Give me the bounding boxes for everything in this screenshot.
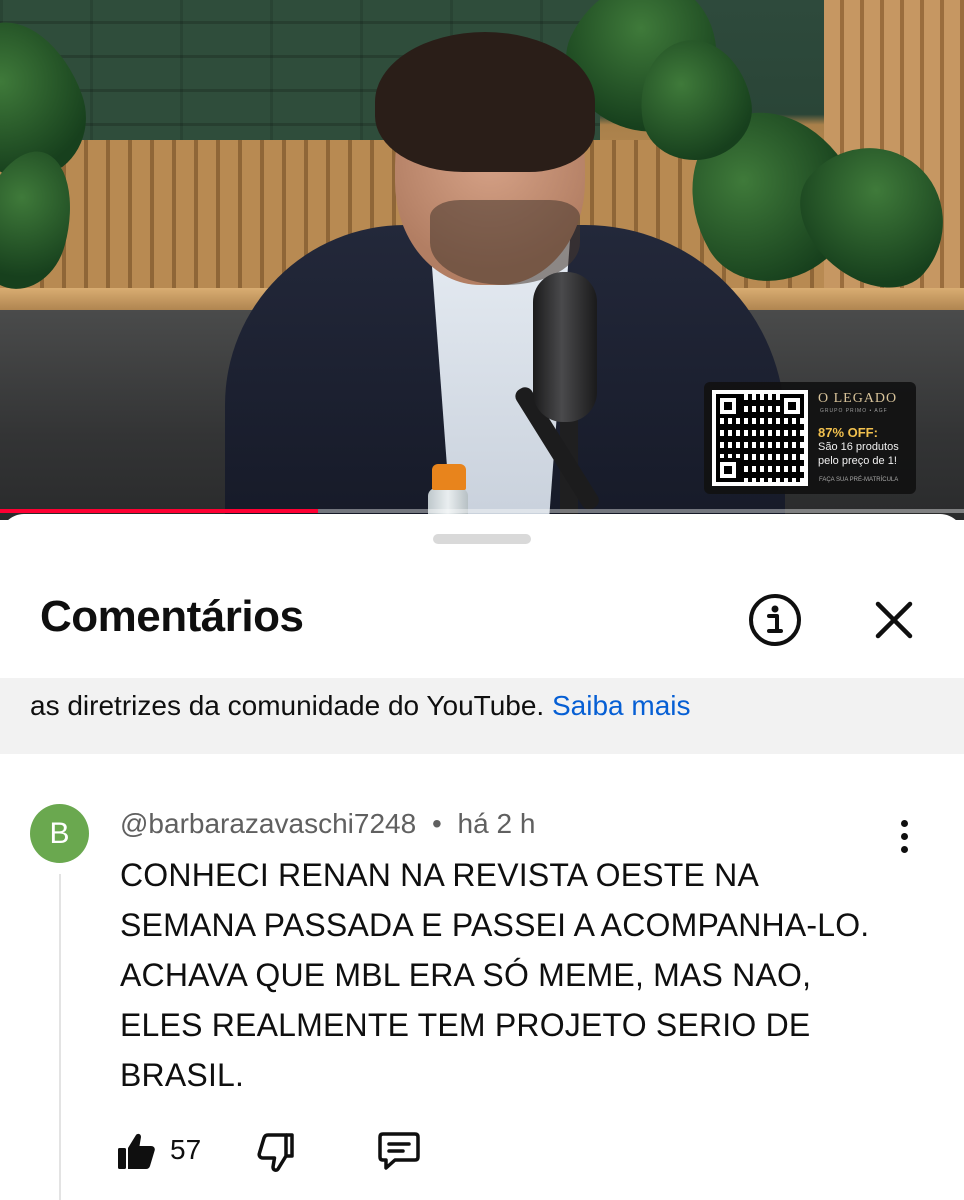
comment-more-button[interactable] (886, 816, 922, 856)
learn-more-link[interactable]: Saiba mais (552, 690, 691, 721)
ad-offer: 87% OFF: (818, 425, 878, 440)
notice-text-line: as diretrizes da comunidade do YouTube. … (30, 690, 691, 722)
comment-text: CONHECI RENAN NA REVISTA OESTE NA SEMANA… (120, 857, 870, 1093)
ad-subtitle: GRUPO PRIMO • AGF (820, 408, 888, 414)
comment-author[interactable]: @barbarazavaschi7248 (120, 808, 416, 839)
like-count: 57 (170, 1134, 202, 1165)
close-icon (875, 601, 913, 639)
video-progress-bar[interactable] (0, 509, 964, 513)
reply-button[interactable] (376, 1126, 422, 1176)
avatar[interactable]: B (30, 804, 89, 863)
water-bottle-cap (432, 464, 466, 490)
ad-brand: O LEGADO (818, 391, 898, 406)
video-ad-overlay[interactable]: O LEGADO GRUPO PRIMO • AGF 87% OFF: São … (704, 382, 916, 494)
comments-sheet: Comentários as diretrizes da comunidade … (0, 514, 964, 1200)
notice-text: as diretrizes da comunidade do YouTube. (30, 690, 545, 721)
person-hair (375, 32, 595, 172)
comment-time: há 2 h (457, 808, 536, 839)
video-player[interactable]: O LEGADO GRUPO PRIMO • AGF 87% OFF: São … (0, 0, 964, 520)
thread-line (59, 874, 61, 1200)
close-button[interactable] (864, 590, 924, 650)
info-button[interactable] (745, 590, 805, 650)
thumbs-down-icon (257, 1133, 294, 1172)
ad-text: São 16 produtos pelo preço de 1! (818, 441, 899, 467)
drag-handle[interactable] (433, 534, 531, 544)
reply-icon (378, 1132, 420, 1170)
qr-code-icon (712, 390, 808, 486)
ad-cta: FAÇA SUA PRÉ-MATRÍCULA (819, 477, 899, 483)
community-guidelines-notice: as diretrizes da comunidade do YouTube. … (0, 678, 964, 754)
info-circle-icon (749, 594, 801, 646)
dislike-button[interactable] (254, 1126, 298, 1176)
thumbs-up-icon (118, 1133, 155, 1169)
comment-meta: @barbarazavaschi7248 • há 2 h (120, 808, 535, 840)
more-vertical-icon (900, 819, 908, 827)
microphone (533, 272, 597, 422)
meta-separator: • (431, 808, 442, 839)
like-button[interactable]: 57 (114, 1126, 201, 1176)
sheet-title: Comentários (40, 592, 304, 641)
video-progress-fill (0, 509, 319, 513)
